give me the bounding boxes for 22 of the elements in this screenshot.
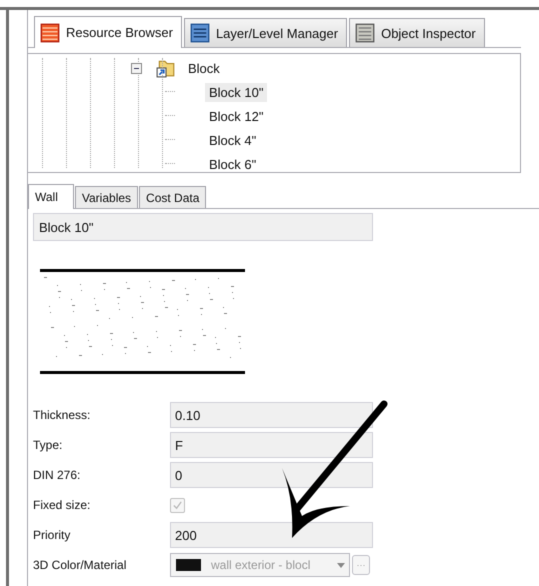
tree-item[interactable]: Block 10" — [205, 82, 268, 102]
field-label: Priority — [33, 528, 72, 542]
panel-tab[interactable]: Layer/Level Manager — [184, 18, 348, 47]
panel-tab[interactable]: Resource Browser — [34, 16, 182, 48]
value-field[interactable]: 0.10 — [170, 402, 373, 428]
tree-item[interactable]: Block 4" — [205, 130, 260, 150]
value-field[interactable]: F — [170, 432, 373, 458]
panel-tab[interactable]: Cost Data — [139, 186, 206, 208]
name-field[interactable]: Block 10" — [33, 213, 373, 241]
field-label: 3D Color/Material — [33, 558, 128, 572]
tree-item[interactable]: Block 12" — [205, 106, 268, 126]
value-field[interactable]: 200 — [170, 522, 373, 548]
panel-tab[interactable]: Object Inspector — [349, 18, 485, 47]
field-label: DIN 276: — [33, 468, 82, 482]
tree-item[interactable]: Block — [188, 60, 220, 76]
tree-item[interactable]: Block 6" — [205, 154, 260, 174]
panel-tab[interactable]: Wall — [28, 184, 74, 209]
field-label: Fixed size: — [33, 498, 92, 512]
panel-tab[interactable]: Variables — [74, 186, 138, 208]
value-field[interactable]: 0 — [170, 462, 373, 488]
field-label: Thickness: — [33, 408, 92, 422]
field-label: Type: — [33, 438, 64, 452]
